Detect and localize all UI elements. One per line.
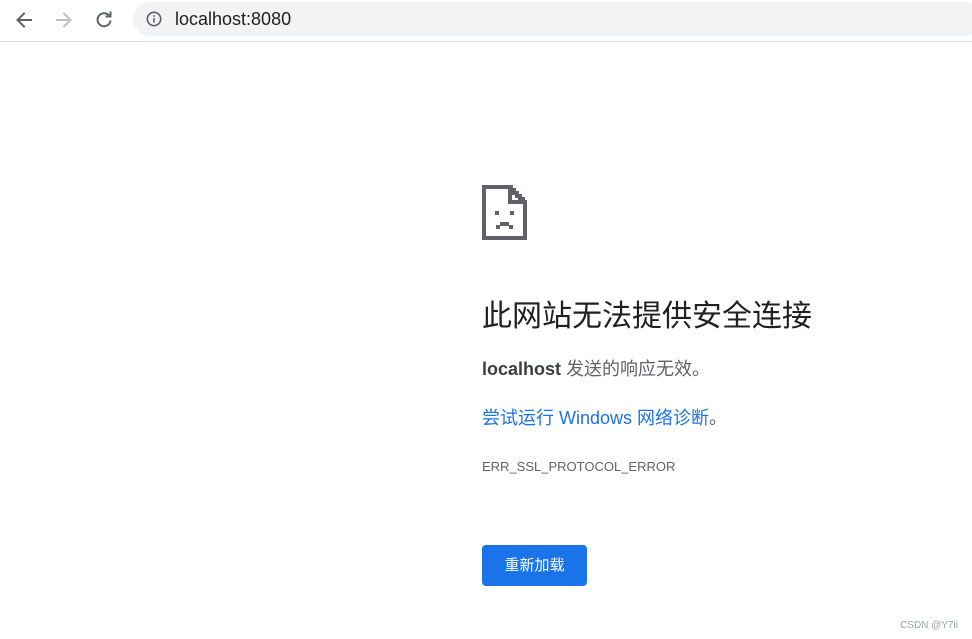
- arrow-left-icon: [16, 12, 32, 28]
- error-title: 此网站无法提供安全连接: [482, 300, 812, 333]
- sad-page-icon: [482, 185, 527, 240]
- reload-icon: [96, 11, 112, 28]
- browser-toolbar: localhost:8080: [0, 0, 972, 42]
- network-diagnostics-link[interactable]: 尝试运行 Windows 网络诊断: [482, 408, 709, 428]
- arrow-right-icon: [56, 12, 72, 28]
- error-code: ERR_SSL_PROTOCOL_ERROR: [482, 459, 676, 474]
- url-text[interactable]: localhost:8080: [175, 9, 291, 29]
- reload-page-button[interactable]: [87, 3, 121, 37]
- error-summary: localhost 发送的响应无效。: [482, 357, 710, 381]
- error-host: localhost: [482, 359, 562, 379]
- error-summary-text: 发送的响应无效。: [561, 359, 711, 379]
- watermark: CSDN @Y7ii: [900, 620, 958, 631]
- error-suggestion: 尝试运行 Windows 网络诊断。: [482, 406, 727, 430]
- address-bar[interactable]: localhost:8080: [133, 2, 972, 36]
- reload-button[interactable]: 重新加载: [482, 545, 587, 586]
- info-circle-icon[interactable]: [146, 11, 162, 27]
- forward-button[interactable]: [47, 3, 81, 37]
- back-button[interactable]: [7, 3, 41, 37]
- suggestion-suffix: 。: [709, 408, 728, 428]
